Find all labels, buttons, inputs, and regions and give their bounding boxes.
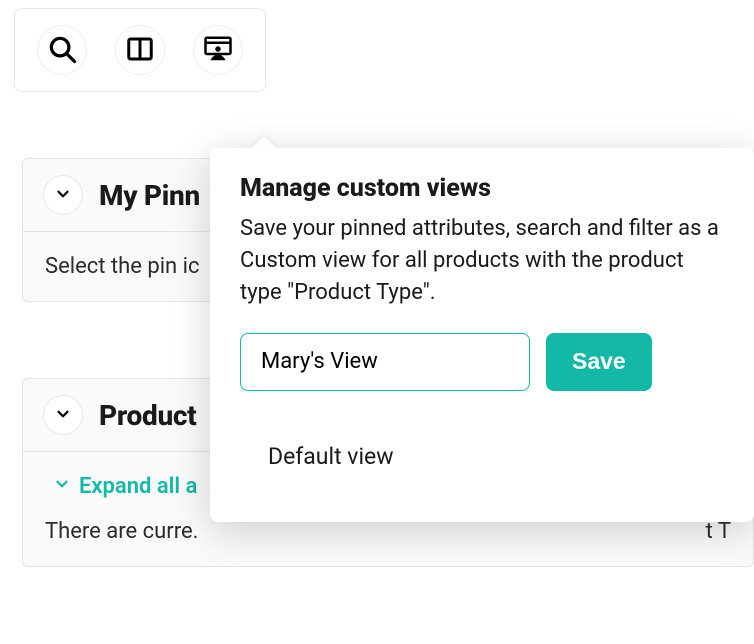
collapse-toggle[interactable] (43, 395, 83, 435)
search-button[interactable] (37, 25, 87, 75)
chevron-down-icon (53, 474, 71, 499)
panel-title: My Pinn (99, 179, 200, 212)
panel-body-text: There are curre. (45, 519, 198, 544)
custom-views-icon (203, 34, 233, 67)
view-name-input[interactable] (240, 333, 530, 391)
popover-title: Manage custom views (240, 174, 724, 203)
chevron-down-icon (54, 405, 72, 426)
columns-button[interactable] (115, 25, 165, 75)
panel-title: Product (99, 399, 196, 432)
columns-icon (125, 34, 155, 67)
popover-form-row: Save (240, 333, 724, 391)
panel-body-text: Select the pin ic (45, 254, 200, 279)
toolbar (14, 8, 266, 92)
custom-views-button[interactable] (193, 25, 243, 75)
chevron-down-icon (54, 185, 72, 206)
panel-body-text-right: t T (706, 519, 731, 544)
collapse-toggle[interactable] (43, 175, 83, 215)
manage-custom-views-popover: Manage custom views Save your pinned att… (210, 148, 754, 522)
save-button[interactable]: Save (546, 333, 652, 391)
search-icon (47, 34, 77, 67)
popover-description: Save your pinned attributes, search and … (240, 213, 724, 309)
expand-all-label: Expand all a (79, 474, 197, 499)
view-list-item-default[interactable]: Default view (240, 431, 724, 482)
